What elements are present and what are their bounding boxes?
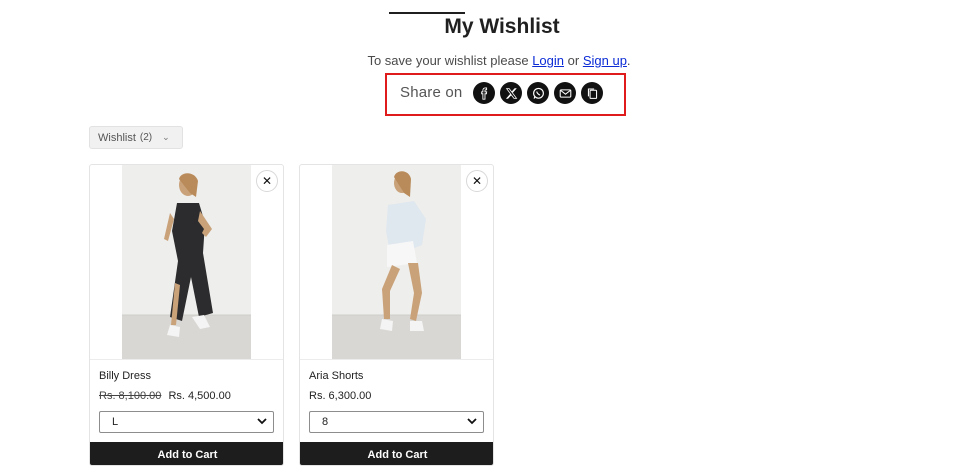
title-decoration [389,12,465,14]
product-image[interactable] [122,165,251,359]
product-price: Rs. 6,300.00 [309,390,371,402]
remove-item-button[interactable]: ✕ [256,170,278,192]
facebook-icon[interactable] [473,82,495,104]
add-to-cart-button[interactable]: Add to Cart [300,442,493,465]
product-name[interactable]: Billy Dress [99,370,151,382]
email-icon[interactable] [554,82,576,104]
wishlist-filter-dropdown[interactable]: Wishlist (2) ⌄ [89,126,183,149]
remove-item-button[interactable]: ✕ [466,170,488,192]
selected-size: L [112,416,119,428]
product-image[interactable] [332,165,461,359]
save-wishlist-prompt: To save your wishlist please Login or Si… [0,53,961,68]
chevron-down-icon [467,418,477,425]
chevron-down-icon [257,418,267,425]
whatsapp-icon[interactable] [527,82,549,104]
product-name[interactable]: Aria Shorts [309,370,363,382]
share-icons [473,82,603,104]
share-section: Share on [385,73,626,116]
sale-price: Rs. 6,300.00 [309,390,372,402]
share-label: Share on [400,84,463,101]
product-card: ✕ Billy Dress Rs. 8,100.00 Rs. 4,500.00 … [89,164,284,466]
image-divider [300,359,493,360]
add-to-cart-button[interactable]: Add to Cart [90,442,283,465]
login-link[interactable]: Login [532,53,564,68]
wishlist-filter-label: Wishlist [98,131,136,144]
image-divider [90,359,283,360]
wishlist-count: (2) [139,132,153,143]
page-title: My Wishlist [444,15,560,38]
or-text: or [567,53,580,68]
original-price: Rs. 8,100.00 [99,390,162,402]
sale-price: Rs. 4,500.00 [168,390,231,402]
product-price: Rs. 8,100.00 Rs. 4,500.00 [99,390,231,402]
x-icon[interactable] [500,82,522,104]
size-select[interactable]: L [99,411,274,433]
save-prompt-text: To save your wishlist please [367,53,529,68]
product-card: ✕ Aria Shorts Rs. 6,300.00 8 Add to Cart [299,164,494,466]
prompt-period: . [626,53,631,68]
selected-size: 8 [322,416,329,428]
chevron-down-icon: ⌄ [162,132,170,142]
signup-link[interactable]: Sign up [583,53,627,68]
copy-link-icon[interactable] [581,82,603,104]
size-select[interactable]: 8 [309,411,484,433]
